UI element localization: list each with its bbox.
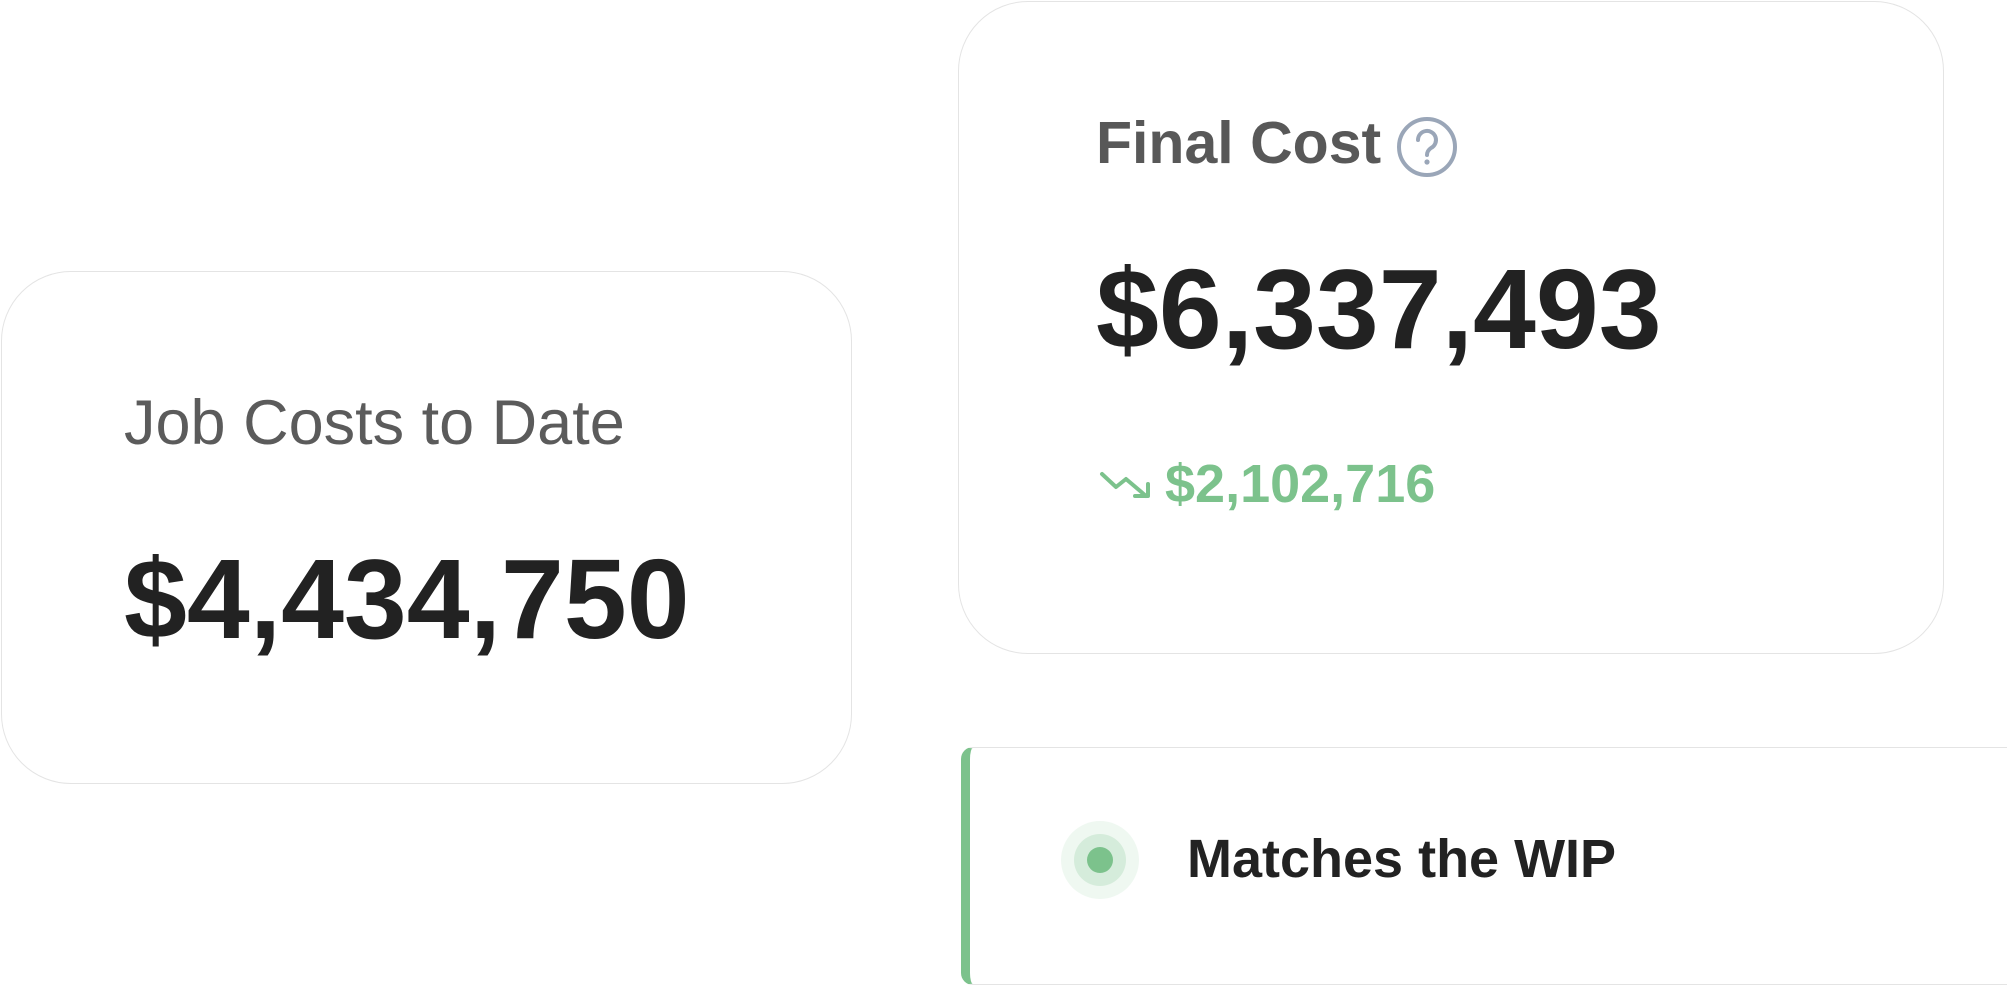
trending-down-icon xyxy=(1100,472,1150,498)
job-costs-value: $4,434,750 xyxy=(124,536,690,662)
final-cost-label: Final Cost xyxy=(1096,110,1382,176)
final-cost-card: Final Cost $6,337,493 $2,102,716 xyxy=(958,1,1944,654)
wip-status-text: Matches the WIP xyxy=(1187,829,1617,889)
question-circle-icon[interactable] xyxy=(1395,115,1459,179)
wip-status-card: Matches the WIP xyxy=(961,747,2007,985)
final-cost-value: $6,337,493 xyxy=(1096,246,1662,372)
final-cost-delta: $2,102,716 xyxy=(1099,454,1435,514)
job-costs-card: Job Costs to Date $4,434,750 xyxy=(1,271,852,784)
final-cost-delta-value: $2,102,716 xyxy=(1165,454,1436,514)
status-dot-icon xyxy=(1061,821,1139,899)
job-costs-label: Job Costs to Date xyxy=(124,388,625,458)
